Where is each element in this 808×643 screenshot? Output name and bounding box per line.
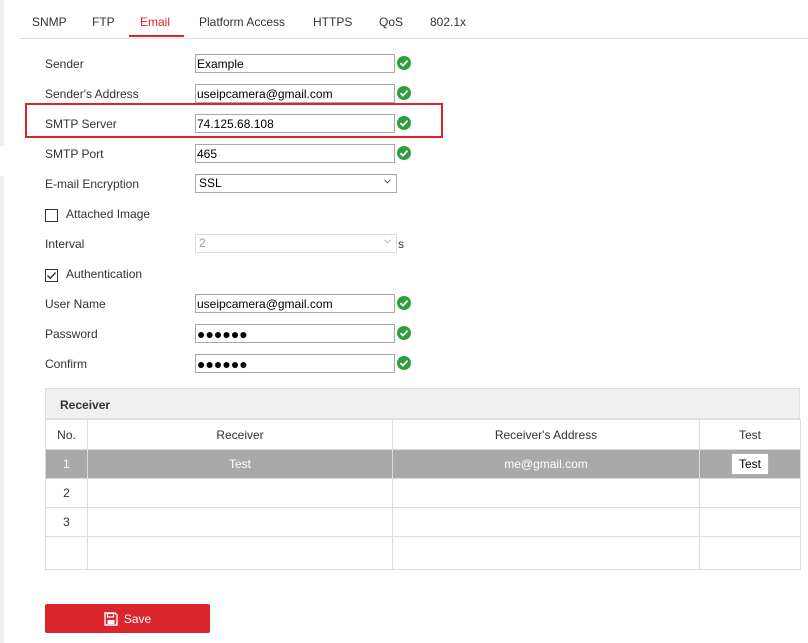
attached-image-label: Attached Image: [66, 207, 151, 221]
check-circle-icon: [397, 86, 411, 100]
tab-email[interactable]: Email: [140, 15, 170, 29]
interval-value: 2: [199, 236, 206, 250]
cell-receiver: [87, 536, 393, 570]
cell-test: [699, 536, 801, 570]
receiver-section-header: Receiver: [45, 388, 800, 419]
cell-no: 2: [45, 478, 88, 508]
tab-bar: SNMP FTP Email Platform Access HTTPS QoS…: [20, 0, 808, 39]
interval-label: Interval: [45, 237, 85, 251]
user-name-label: User Name: [45, 297, 106, 311]
interval-unit: s: [398, 237, 404, 251]
column-header-no: No.: [45, 419, 88, 450]
sender-input[interactable]: [195, 54, 395, 73]
email-encryption-select[interactable]: SSL: [195, 174, 397, 193]
receiver-table: No. Receiver Receiver's Address Test 1 T…: [45, 419, 801, 570]
tab-qos[interactable]: QoS: [379, 15, 403, 29]
tab-ftp[interactable]: FTP: [92, 15, 115, 29]
sender-address-label: Sender's Address: [45, 87, 139, 101]
cell-no: 3: [45, 507, 88, 537]
check-circle-icon: [397, 296, 411, 310]
table-row: [45, 536, 801, 570]
authentication-label: Authentication: [66, 267, 143, 281]
left-frame-gap: [0, 146, 4, 176]
cell-receiver-address[interactable]: [392, 507, 700, 537]
column-header-test: Test: [699, 419, 801, 450]
email-encryption-label: E-mail Encryption: [45, 177, 140, 191]
password-label: Password: [45, 327, 98, 341]
test-button[interactable]: Test: [731, 453, 769, 475]
receiver-table-header-row: No. Receiver Receiver's Address Test: [45, 419, 801, 450]
checkmark-icon: [47, 272, 57, 280]
tab-8021x[interactable]: 802.1x: [430, 15, 466, 29]
password-input[interactable]: [195, 324, 395, 343]
smtp-server-label: SMTP Server: [45, 117, 117, 131]
interval-select: 2: [195, 234, 397, 253]
check-circle-icon: [397, 56, 411, 70]
check-circle-icon: [397, 326, 411, 340]
active-tab-indicator: [129, 35, 184, 37]
sender-label: Sender: [45, 57, 84, 71]
table-row[interactable]: 1 Test me@gmail.com Test: [45, 449, 801, 479]
column-header-receiver-address: Receiver's Address: [392, 419, 700, 450]
cell-receiver-address[interactable]: me@gmail.com: [392, 449, 700, 479]
table-row[interactable]: 3: [45, 507, 801, 537]
cell-test: [699, 507, 801, 537]
email-encryption-value: SSL: [199, 176, 222, 190]
chevron-down-icon: [384, 239, 391, 244]
user-name-input[interactable]: [195, 294, 395, 313]
cell-receiver-address[interactable]: [392, 478, 700, 508]
cell-test: [699, 478, 801, 508]
check-circle-icon: [397, 146, 411, 160]
column-header-receiver: Receiver: [87, 419, 393, 450]
receiver-section-title: Receiver: [60, 398, 111, 412]
confirm-label: Confirm: [45, 357, 88, 371]
save-button[interactable]: Save: [45, 604, 210, 633]
floppy-disk-icon: [104, 611, 118, 626]
authentication-checkbox[interactable]: [45, 269, 58, 282]
tab-https[interactable]: HTTPS: [313, 15, 352, 29]
check-circle-icon: [397, 356, 411, 370]
cell-receiver[interactable]: [87, 507, 393, 537]
cell-receiver-address: [392, 536, 700, 570]
cell-test: Test: [699, 449, 801, 479]
tab-platform-access[interactable]: Platform Access: [199, 15, 285, 29]
smtp-server-input[interactable]: [195, 114, 395, 133]
chevron-down-icon: [384, 179, 391, 184]
cell-no: 1: [45, 449, 88, 479]
smtp-port-input[interactable]: [195, 144, 395, 163]
sender-address-input[interactable]: [195, 84, 395, 103]
smtp-port-label: SMTP Port: [45, 147, 104, 161]
cell-no: [45, 536, 88, 570]
attached-image-checkbox[interactable]: [45, 209, 58, 222]
left-frame-edge: [0, 0, 4, 643]
cell-receiver[interactable]: [87, 478, 393, 508]
cell-receiver[interactable]: Test: [87, 449, 393, 479]
confirm-password-input[interactable]: [195, 354, 395, 373]
tab-snmp[interactable]: SNMP: [32, 15, 67, 29]
check-circle-icon: [397, 116, 411, 130]
save-button-label: Save: [123, 611, 152, 626]
table-row[interactable]: 2: [45, 478, 801, 508]
